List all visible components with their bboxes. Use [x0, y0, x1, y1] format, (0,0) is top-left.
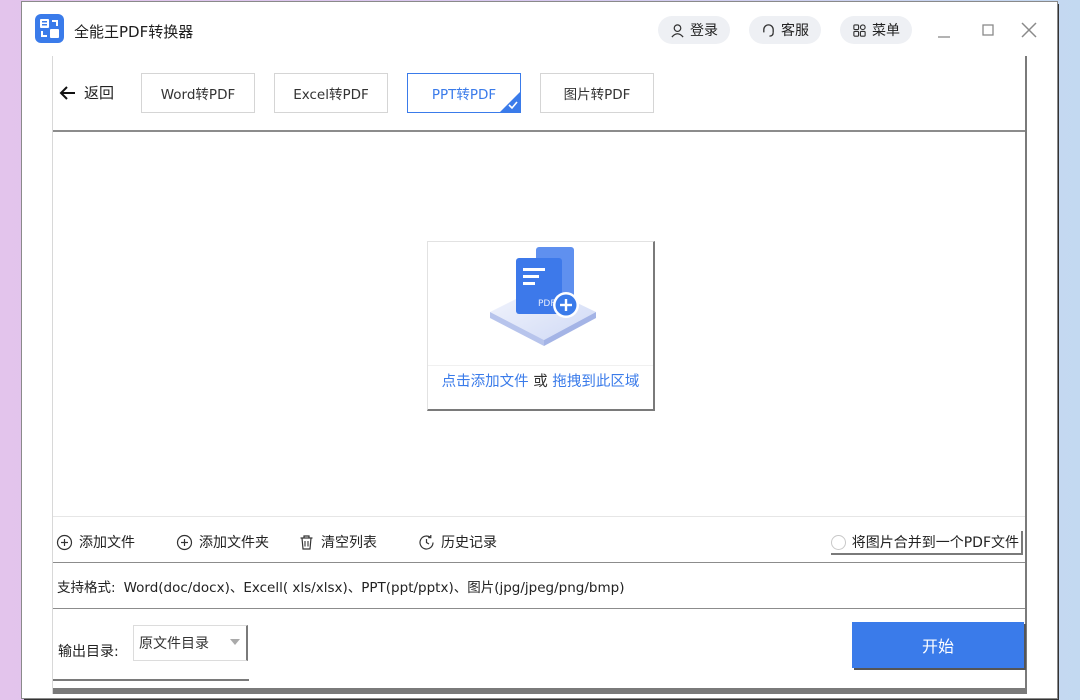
add-folder-label: 添加文件夹	[199, 535, 269, 551]
user-icon	[671, 23, 684, 37]
or-text: 或	[528, 374, 553, 390]
drop-zone-text[interactable]: 点击添加文件 或 拖拽到此区域	[428, 365, 653, 397]
add-file-label: 添加文件	[79, 535, 135, 551]
menu-label: 菜单	[872, 23, 900, 39]
grid-menu-icon	[853, 23, 866, 37]
pdf-badge-text: PDF	[538, 299, 556, 309]
output-dir-select[interactable]: 原文件目录	[133, 625, 248, 661]
close-button[interactable]	[1017, 18, 1041, 42]
arrow-left-icon	[59, 85, 75, 100]
history-label: 历史记录	[441, 535, 497, 551]
tab-excel-to-pdf[interactable]: Excel转PDF	[274, 73, 388, 113]
login-label: 登录	[690, 23, 718, 39]
drag-here-text: 拖拽到此区域	[552, 374, 640, 390]
back-button[interactable]: 返回	[58, 82, 114, 103]
add-file-button[interactable]: 添加文件	[56, 532, 135, 552]
minimize-button[interactable]	[932, 18, 956, 42]
file-toolbar: 添加文件 添加文件夹 清空列表 历史记录 将图片合并到一个PDF文件	[53, 517, 1025, 563]
login-button[interactable]: 登录	[658, 16, 730, 44]
add-pdf-file-icon: PDF	[490, 247, 596, 346]
click-add-text[interactable]: 点击添加文件	[442, 374, 529, 390]
file-drop-zone[interactable]: PDF 点击添加文件 或 拖拽到此区域	[427, 241, 655, 411]
support-formats: Word(doc/docx)、Excell( xls/xlsx)、PPT(ppt…	[123, 579, 625, 596]
title-bar: 全能王PDF转换器 登录 客服 菜单	[22, 2, 1057, 56]
bottom-border	[53, 688, 1025, 694]
app-window: 全能王PDF转换器 登录 客服 菜单 返回 Word转PDF Excel转PDF…	[22, 2, 1057, 698]
conversion-nav: 返回 Word转PDF Excel转PDF PPT转PDF 图片转PDF	[53, 56, 1025, 132]
supported-formats: 支持格式: Word(doc/docx)、Excell( xls/xlsx)、P…	[53, 563, 1025, 609]
trash-icon	[300, 534, 313, 550]
menu-button[interactable]: 菜单	[840, 16, 912, 44]
back-label: 返回	[84, 84, 115, 102]
merge-label: 将图片合并到一个PDF文件	[851, 535, 1019, 551]
clear-list-label: 清空列表	[321, 535, 377, 551]
add-folder-button[interactable]: 添加文件夹	[176, 532, 269, 552]
support-label: 支持格式:	[57, 579, 116, 596]
history-button[interactable]: 历史记录	[418, 532, 497, 552]
headset-icon	[763, 23, 774, 37]
tab-image-to-pdf[interactable]: 图片转PDF	[540, 73, 654, 113]
start-button[interactable]: 开始	[852, 622, 1024, 668]
tab-label: Excel转PDF	[293, 87, 369, 103]
tab-label: Word转PDF	[160, 87, 236, 103]
service-label: 客服	[781, 23, 809, 39]
history-clock-icon	[419, 534, 434, 550]
tab-label: 图片转PDF	[563, 87, 631, 103]
tab-ppt-to-pdf[interactable]: PPT转PDF	[407, 73, 521, 113]
minimize-icon	[938, 36, 950, 38]
file-list-area[interactable]: PDF 点击添加文件 或 拖拽到此区域	[53, 132, 1025, 517]
main-content: 返回 Word转PDF Excel转PDF PPT转PDF 图片转PDF PDF…	[52, 56, 1027, 694]
plus-circle-icon	[176, 534, 193, 550]
divider	[53, 679, 249, 681]
checkmark-icon	[508, 101, 518, 110]
maximize-button[interactable]	[976, 18, 1000, 42]
clear-list-button[interactable]: 清空列表	[298, 532, 377, 552]
merge-images-option[interactable]: 将图片合并到一个PDF文件	[830, 531, 1023, 555]
merge-radio[interactable]	[830, 534, 846, 550]
tab-label: PPT转PDF	[431, 87, 497, 103]
output-dir-label: 输出目录:	[58, 644, 119, 660]
tab-word-to-pdf[interactable]: Word转PDF	[141, 73, 255, 113]
output-dir-value: 原文件目录	[139, 636, 209, 652]
app-logo-icon	[35, 14, 64, 43]
plus-circle-icon	[56, 534, 73, 550]
app-title: 全能王PDF转换器	[74, 23, 194, 41]
maximize-icon	[982, 24, 994, 36]
output-row: 输出目录: 原文件目录 开始	[53, 609, 1025, 694]
dropdown-arrow-icon	[230, 639, 240, 645]
customer-service-button[interactable]: 客服	[749, 16, 821, 44]
close-icon	[1021, 22, 1037, 38]
